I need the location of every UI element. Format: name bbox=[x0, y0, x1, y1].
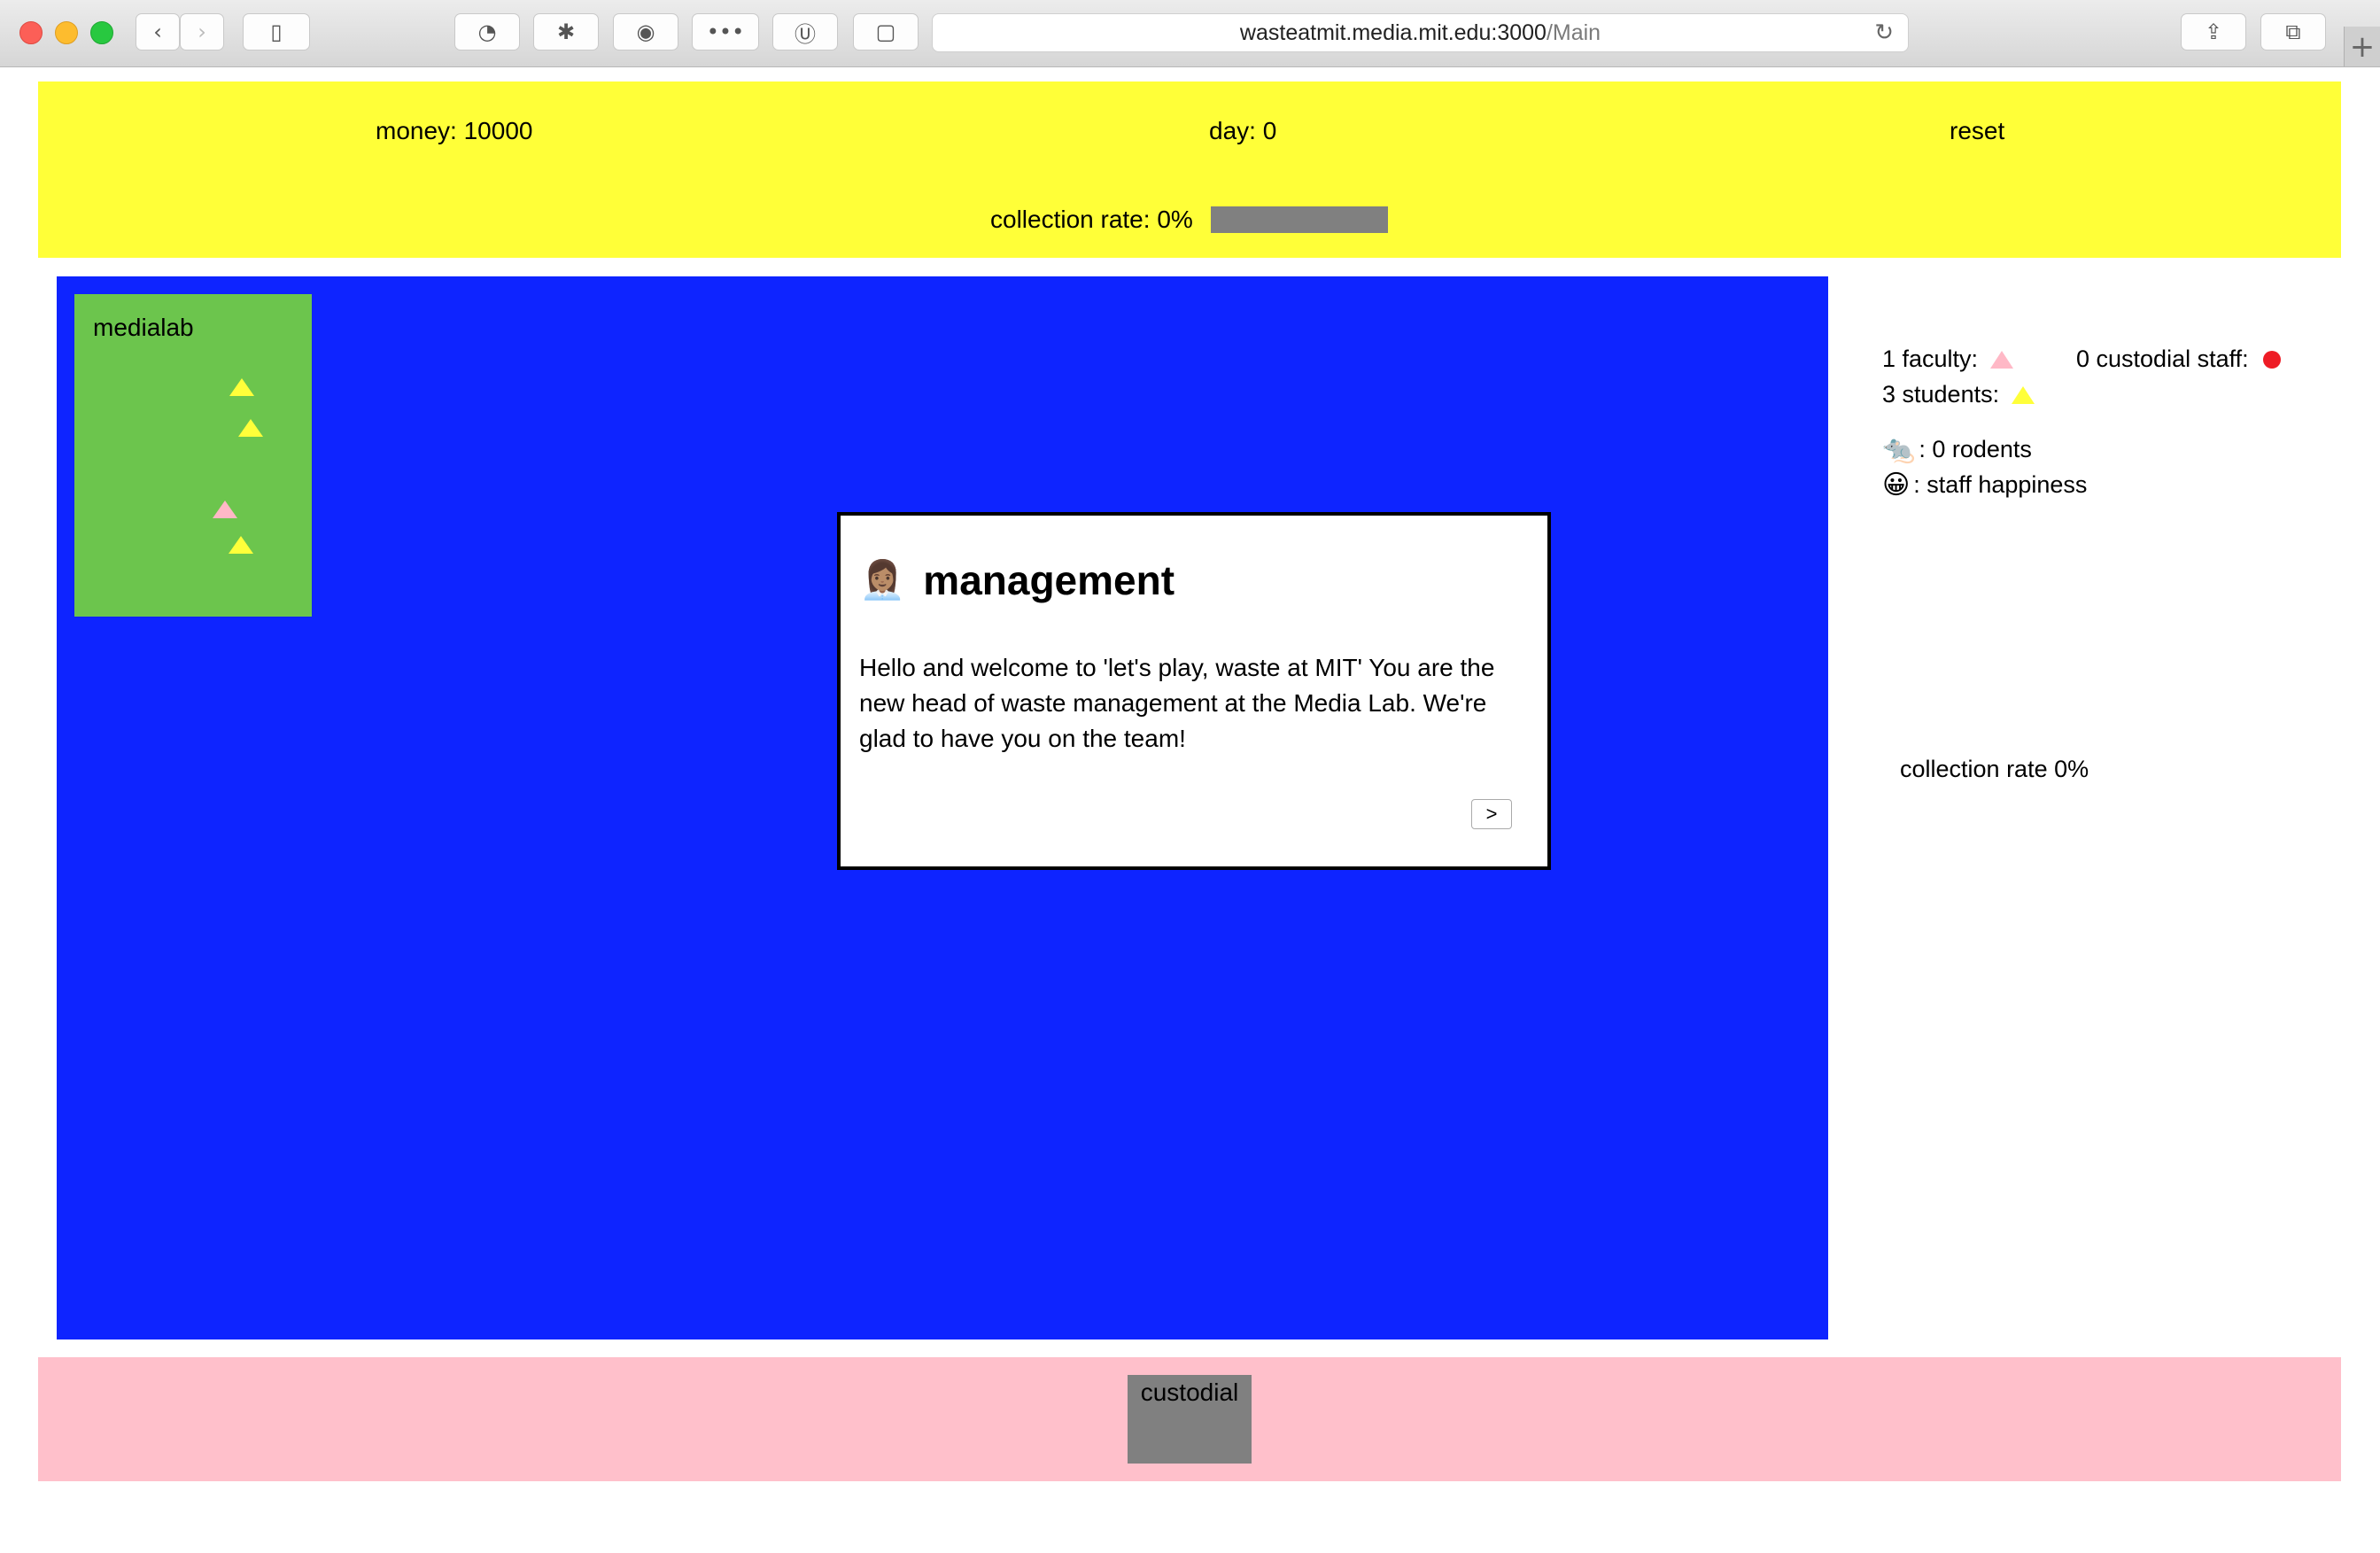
url-path: /Main bbox=[1546, 19, 1601, 45]
staff-bar: custodial bbox=[38, 1357, 2341, 1481]
ublock-extension-button[interactable]: Ⓤ bbox=[772, 13, 838, 50]
staff-happiness: 😀 : staff happiness bbox=[1882, 470, 2087, 501]
student-marker bbox=[229, 378, 254, 396]
zoom-window-button[interactable] bbox=[90, 21, 113, 44]
faculty-marker-icon bbox=[1990, 350, 2014, 369]
chevron-right-icon: › bbox=[198, 19, 206, 44]
rodents-count: 🐀 : 0 rodents bbox=[1882, 434, 2032, 465]
dialog-title: 👩🏽‍💼 management bbox=[859, 556, 1174, 604]
history-extension-button[interactable]: ◔ bbox=[454, 13, 520, 50]
sidebar-icon: ▯ bbox=[270, 19, 283, 44]
student-marker-icon bbox=[2012, 385, 2035, 404]
money-display: money: 10000 bbox=[376, 117, 533, 144]
custodial-count: 0 custodial staff: bbox=[2076, 346, 2281, 373]
custodial-label: custodial bbox=[1140, 1378, 1239, 1406]
building-label: medialab bbox=[93, 314, 194, 341]
duck-icon: ◉ bbox=[636, 19, 655, 44]
more-extensions-button[interactable]: ••• bbox=[692, 13, 759, 50]
management-dialog: 👩🏽‍💼 management Hello and welcome to 'le… bbox=[837, 512, 1551, 870]
staff-happiness-label: : staff happiness bbox=[1913, 471, 2088, 498]
faculty-count: 1 faculty: bbox=[1882, 346, 2014, 373]
student-marker bbox=[238, 419, 263, 437]
rodents-count-label: : 0 rodents bbox=[1919, 436, 2032, 462]
reset-button[interactable]: reset bbox=[1950, 117, 2004, 145]
faculty-count-label: 1 faculty: bbox=[1882, 346, 1979, 372]
manager-avatar-icon: 👩🏽‍💼 bbox=[859, 558, 906, 601]
custodial-marker-icon bbox=[2262, 350, 2281, 369]
custodial-button[interactable]: custodial bbox=[1128, 1375, 1252, 1464]
clock-icon: ◔ bbox=[477, 19, 497, 44]
side-collection-rate: collection rate 0% bbox=[1900, 756, 2089, 782]
tabs-icon: ⧉ bbox=[2285, 19, 2301, 44]
building-medialab[interactable]: medialab bbox=[74, 294, 312, 617]
collection-rate-label: collection rate: 0% bbox=[990, 206, 1193, 233]
duckduckgo-extension-button[interactable]: ◉ bbox=[613, 13, 678, 50]
back-button[interactable]: ‹ bbox=[136, 13, 180, 50]
sidebar-toggle-button[interactable]: ▯ bbox=[243, 13, 310, 50]
asterisk-icon: ✱ bbox=[556, 19, 576, 44]
chevron-left-icon: ‹ bbox=[153, 19, 162, 44]
url-host: wasteatmit.media.mit.edu:3000 bbox=[1239, 19, 1547, 45]
minimize-window-button[interactable] bbox=[55, 21, 78, 44]
more-dots-icon: ••• bbox=[706, 19, 745, 44]
collection-rate-row: collection rate: 0% bbox=[990, 206, 1388, 234]
forward-button[interactable]: › bbox=[180, 13, 224, 50]
new-tab-button[interactable]: + bbox=[2344, 27, 2380, 66]
plus-icon: + bbox=[2349, 28, 2376, 65]
status-bar: money: 10000 day: 0 reset collection rat… bbox=[38, 82, 2341, 258]
share-icon: ⇪ bbox=[2204, 19, 2223, 44]
rat-icon: 🐀 bbox=[1882, 434, 1916, 465]
custodial-count-label: 0 custodial staff: bbox=[2076, 346, 2249, 372]
day-display: day: 0 bbox=[1209, 117, 1277, 144]
address-bar[interactable]: wasteatmit.media.mit.edu:3000/Main ↻ bbox=[932, 13, 1909, 52]
smiley-icon: 😀 bbox=[1882, 470, 1911, 501]
reload-icon[interactable]: ↻ bbox=[1874, 19, 1894, 46]
browser-toolbar: ‹ › ▯ ◔ ✱ ◉ ••• Ⓤ ▢ wasteatmit.media.mit… bbox=[0, 0, 2380, 67]
dialog-message: Hello and welcome to 'let's play, waste … bbox=[859, 654, 1495, 752]
shield-icon: Ⓤ bbox=[795, 21, 816, 47]
bookmarks-extension-button[interactable]: ✱ bbox=[533, 13, 599, 50]
collection-rate-bar bbox=[1210, 206, 1388, 233]
faculty-marker bbox=[213, 501, 237, 518]
reader-button[interactable]: ▢ bbox=[853, 13, 919, 50]
document-icon: ▢ bbox=[875, 19, 896, 44]
tabs-overview-button[interactable]: ⧉ bbox=[2260, 13, 2326, 50]
students-count: 3 students: bbox=[1882, 381, 2035, 408]
share-button[interactable]: ⇪ bbox=[2181, 13, 2246, 50]
close-window-button[interactable] bbox=[19, 21, 43, 44]
dialog-next-button[interactable]: > bbox=[1471, 799, 1512, 829]
students-count-label: 3 students: bbox=[1882, 381, 2000, 408]
dialog-title-text: management bbox=[923, 557, 1175, 603]
student-marker bbox=[229, 536, 253, 554]
